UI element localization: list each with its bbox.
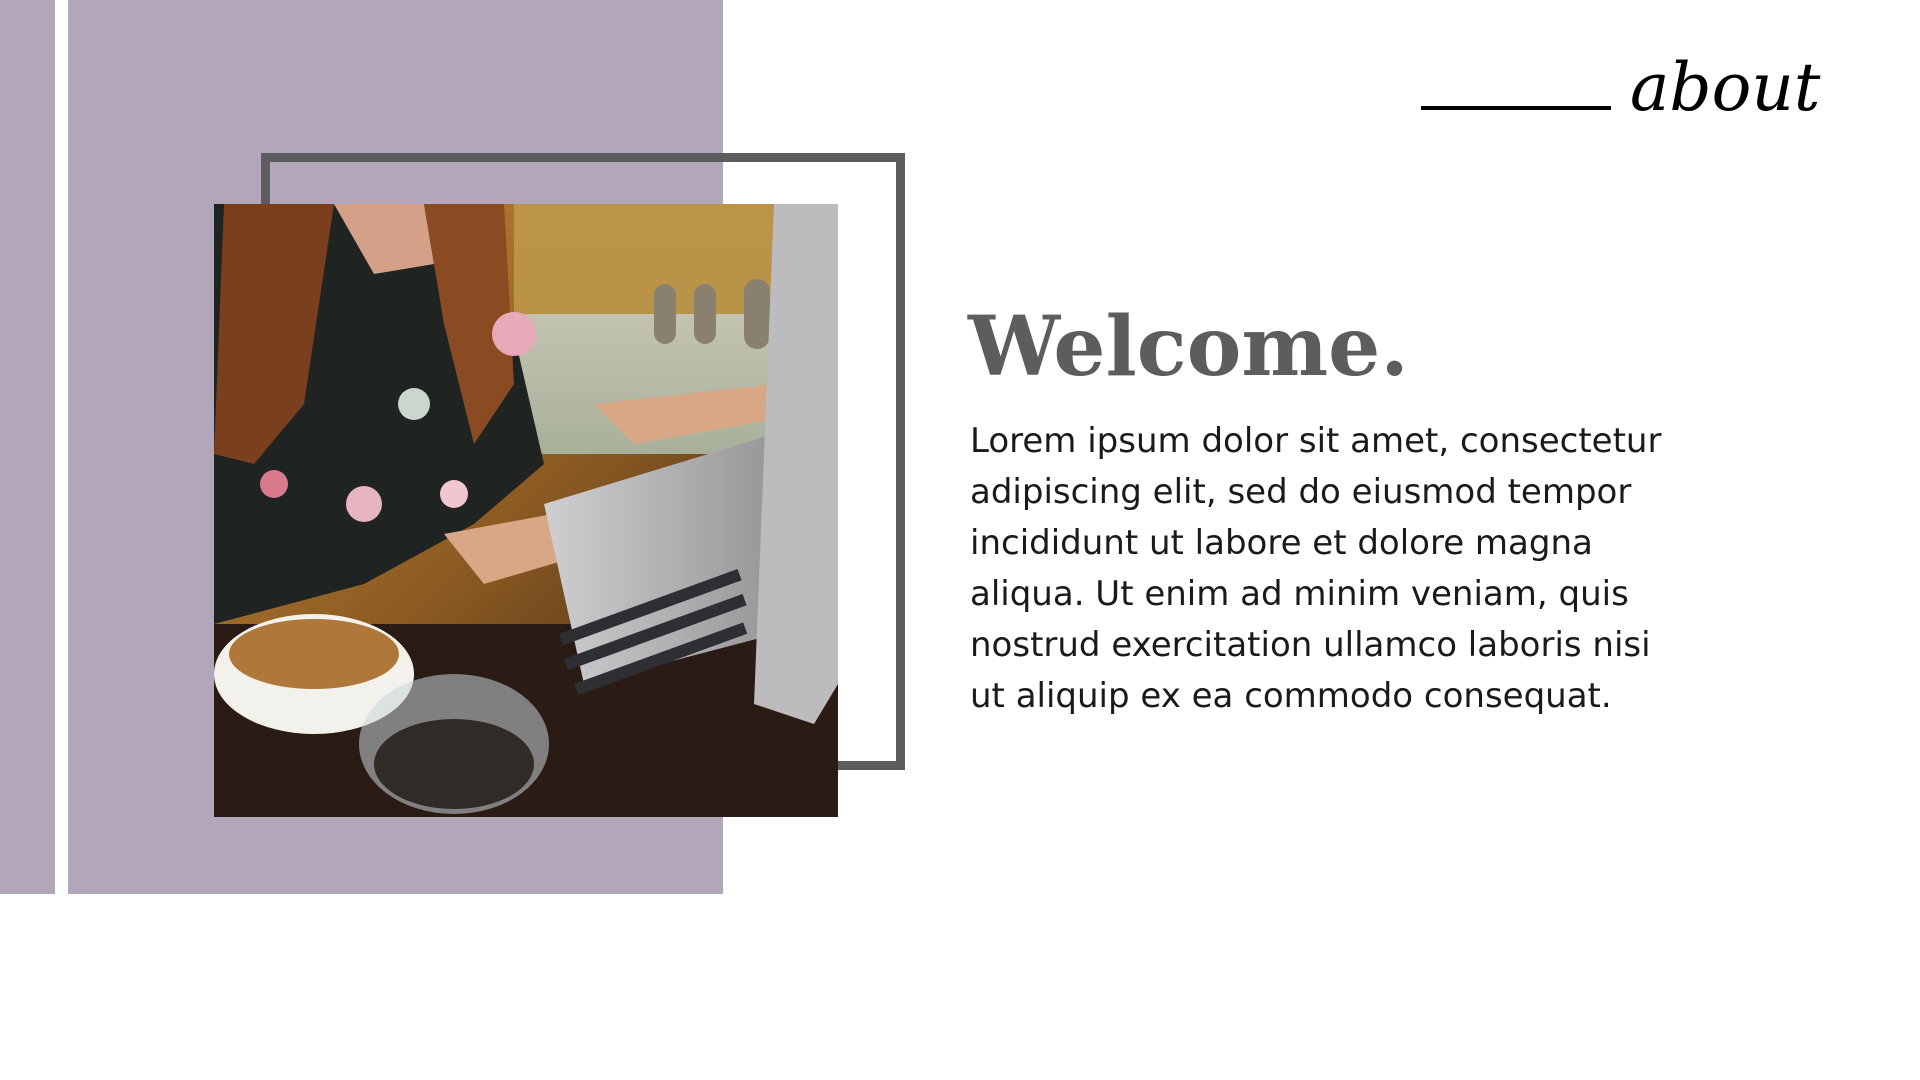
vertical-accent-stripe	[55, 0, 68, 894]
about-divider-line	[1421, 106, 1611, 110]
intro-paragraph: Lorem ipsum dolor sit amet, consectetur …	[970, 421, 1662, 716]
page-title: Welcome.	[968, 299, 1409, 395]
about-heading: about	[1630, 49, 1821, 126]
woman-laptop-photo	[214, 204, 838, 817]
